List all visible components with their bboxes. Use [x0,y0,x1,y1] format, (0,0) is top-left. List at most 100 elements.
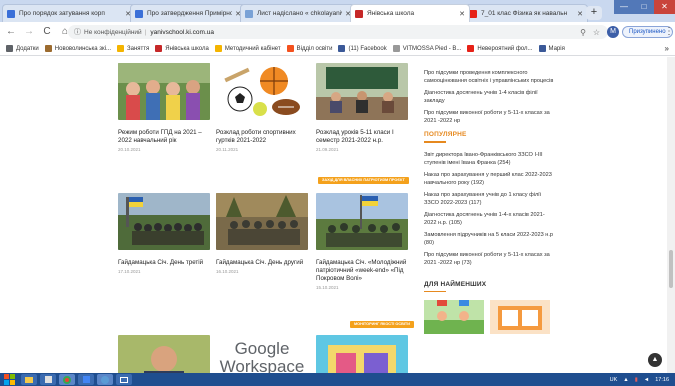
tab-title: Про затвердження Примірно [147,10,233,17]
bookmark-item[interactable]: Нововолинська зкі... [44,45,111,52]
category-badge[interactable]: ЗАХІД ДЛЯ ВЛАСНИХ ПАТРІОТИЗМ ПРОЄКТ [318,177,409,184]
bookmark-item[interactable]: Янівська школа [155,45,209,52]
taskbar-media-icon[interactable] [40,374,56,385]
taskbar-explorer-icon[interactable] [21,374,37,385]
address-bar[interactable]: ⓘ Не конфіденційний | yanivschool.ki.com… [68,25,608,39]
volume-icon[interactable]: ◄ [644,377,649,383]
minimize-button[interactable]: — [614,0,634,14]
recent-post-link[interactable]: Діагностика досягнень учнів 1-4 класів ф… [424,89,554,105]
news-card[interactable]: Розклад роботи спортивних гуртків 2021-2… [216,63,308,152]
news-image-google-workspace[interactable]: Google Workspace [216,340,308,373]
tray-arrow-icon[interactable]: ▲ [623,377,628,383]
category-badge[interactable]: МОНІТОРИНГ ЯКОСТІ ОСВІТИ [350,321,414,328]
youngest-heading-underline [424,290,446,292]
recent-post-link[interactable]: Про підсумки проведення комплексного сам… [424,69,554,85]
bookmark-item[interactable]: Невероятний фол... [467,45,533,52]
page-scrollbar[interactable] [667,57,675,373]
news-image-classroom[interactable] [316,63,408,120]
bookmark-favicon-icon [155,45,163,52]
bookmark-label: Нововолинська зкі... [54,45,111,52]
zoom-icon[interactable]: ⚲ [580,28,586,37]
close-window-button[interactable]: ✕ [654,0,675,14]
scrollbar-thumb[interactable] [669,250,673,288]
language-indicator[interactable]: UK [610,377,618,383]
tab-close-icon[interactable]: ✕ [459,10,465,18]
url-text[interactable]: yanivschool.ki.com.ua [150,29,214,36]
taskbar-browser-icon[interactable] [97,374,113,385]
news-card[interactable]: Гайдамацька Січ. День третій 17.10.2021 [118,193,210,274]
network-icon[interactable]: ▮ [635,377,638,383]
new-tab-button[interactable]: + [586,6,602,20]
start-button[interactable] [0,373,18,386]
popular-post-link[interactable]: Наказ про зарахування у перший клас 2022… [424,171,554,187]
reload-button[interactable]: C [40,25,54,39]
clock[interactable]: 17:16 [655,377,669,383]
news-image-colorful-graphic[interactable] [316,335,408,373]
youngest-images [424,300,554,334]
browser-tab[interactable]: Янівська школа ✕ [350,4,470,22]
bookmark-item[interactable]: Відділ освіти [286,45,332,52]
tab-strip: Про порядок затування корп ✕ Про затвердже… [0,0,675,22]
bookmark-item[interactable]: Методичний кабінет [214,45,281,52]
news-title[interactable]: Розклад уроків 5-11 класи І семестр 2021… [316,129,408,145]
browser-menu-icon[interactable]: ⋮ [664,26,674,37]
tab-title: Янівська школа [367,10,415,17]
news-date: 16.10.2021 [216,269,239,274]
news-card[interactable]: Гайдамацька Січ. День другий 16.10.2021 [216,193,308,274]
browser-tab[interactable]: 7_01 клас Фізика як навальн ✕ [464,4,588,22]
news-image-sports-balls[interactable] [216,63,308,120]
popular-post-link[interactable]: Наказ про зарахування учнів до 1 класу ф… [424,191,554,207]
news-title[interactable]: Режим роботи ГПД на 2021 – 2022 навчальн… [118,129,210,145]
recent-post-link[interactable]: Про підсумки виконної роботи у 5-11-х кл… [424,109,554,125]
news-image-camp-group[interactable] [118,193,210,250]
browser-tab[interactable]: Про затвердження Примірно ✕ [130,4,246,22]
news-title[interactable]: Розклад роботи спортивних гуртків 2021-2… [216,129,308,145]
popular-post-link[interactable]: Звіт директора Івано-Франківського ЗЗСО … [424,151,554,167]
news-date: 20.11.2021 [216,147,239,152]
bookmark-item[interactable]: Марія [538,45,565,52]
bookmark-item[interactable]: (11) Facebook [338,45,387,52]
news-card[interactable]: Гайдамацька Січ. «Молодіжний патріотични… [316,193,408,290]
news-card[interactable] [118,335,210,373]
news-title[interactable]: Гайдамацька Січ. День другий [216,259,308,267]
maximize-button[interactable]: □ [634,0,654,14]
tab-title: Лист надіслано « chkolayaniv [257,10,343,17]
news-card[interactable]: Google Workspace [216,335,308,373]
popular-post-link[interactable]: Діагностика досягнень учнів 1-4-х класів… [424,211,554,227]
taskbar-chrome-icon[interactable] [59,374,75,385]
bookmark-item[interactable]: Заняття [117,45,149,52]
news-card[interactable] [316,335,408,373]
bookmarks-more-icon[interactable]: » [665,44,669,53]
popular-heading: ПОПУЛЯРНЕ [424,131,467,138]
taskbar-app-icon[interactable] [78,374,94,385]
taskbar-window-icon[interactable] [116,374,132,385]
news-image-children-group[interactable] [118,63,210,120]
news-card[interactable]: Розклад уроків 5-11 класи І семестр 2021… [316,63,408,152]
tab-close-icon[interactable]: ✕ [577,10,583,18]
bookmark-star-icon[interactable]: ☆ [593,28,600,37]
scroll-to-top-button[interactable]: ▲ [648,353,662,367]
youngest-image-kids[interactable] [424,300,484,334]
bookmark-item[interactable]: VITMOSSA Pied - B... [392,45,461,52]
browser-tab[interactable]: Про порядок затування корп ✕ [2,4,136,22]
popular-post-link[interactable]: Про підсумки виконної роботи у 5-11-х кл… [424,251,554,267]
forward-button[interactable]: → [22,25,36,39]
bookmark-item[interactable]: Додатки [6,45,39,52]
news-title[interactable]: Гайдамацька Січ. «Молодіжний патріотични… [316,259,408,283]
news-image-flag-group[interactable] [316,193,408,250]
popular-post-link[interactable]: Замовлення підручників на 5 класи 2022-2… [424,231,554,247]
news-card[interactable]: Режим роботи ГПД на 2021 – 2022 навчальн… [118,63,210,152]
profile-area[interactable]: M Призупинено [607,25,673,39]
news-image-portrait[interactable] [118,335,210,373]
news-image-forest-group[interactable] [216,193,308,250]
news-title[interactable]: Гайдамацька Січ. День третій [118,259,210,267]
back-button[interactable]: ← [4,25,18,39]
avatar[interactable]: M [607,26,619,38]
system-tray: UK ▲ ▮ ◄ 17:16 [610,373,669,386]
browser-tab[interactable]: Лист надіслано « chkolayaniv ✕ [240,4,356,22]
news-date: 21.09.2021 [316,147,339,152]
windows-taskbar: UK ▲ ▮ ◄ 17:16 [0,373,675,386]
bookmark-favicon-icon [538,45,546,52]
youngest-image-book[interactable] [490,300,550,334]
news-date: 17.10.2021 [118,269,141,274]
